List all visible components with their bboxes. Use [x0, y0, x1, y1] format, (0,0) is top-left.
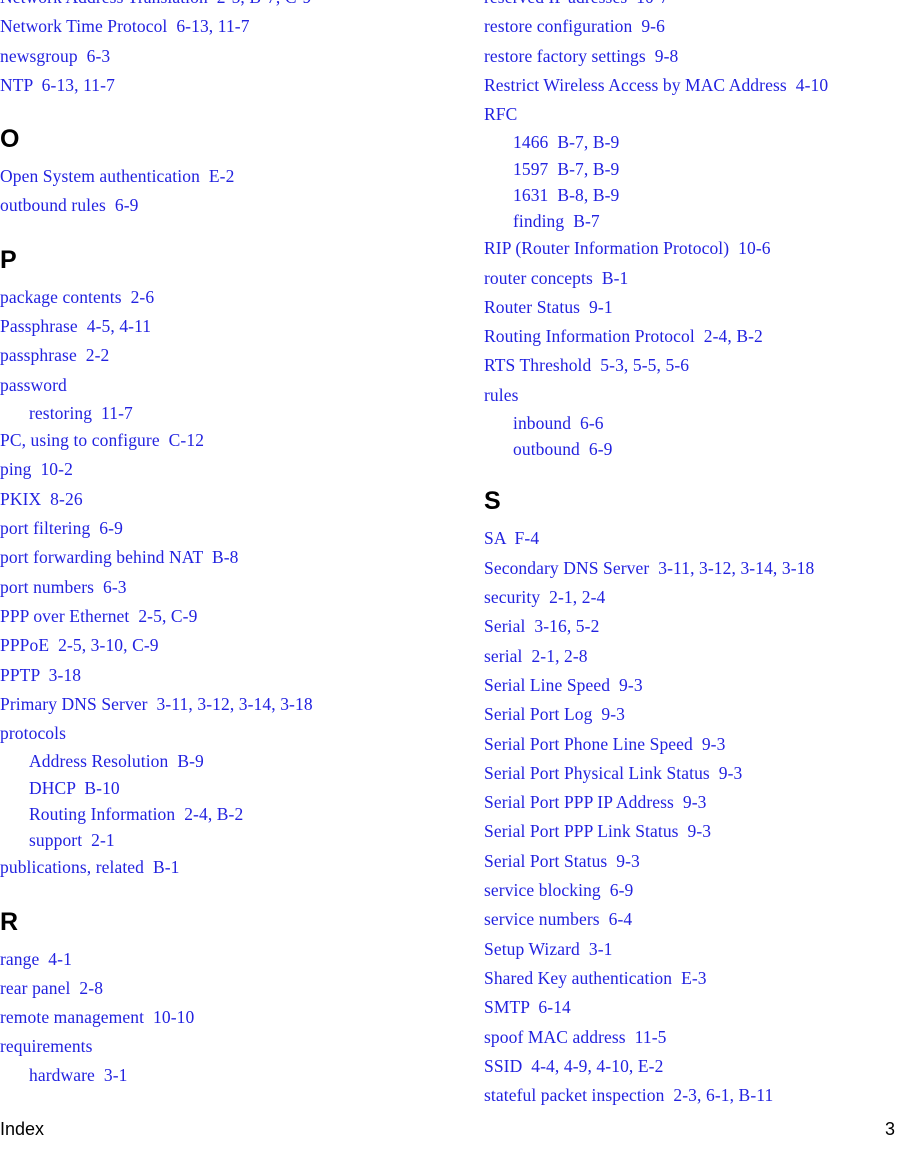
footer-page-number: 3 — [884, 1119, 895, 1139]
index-column-left: Network Address Translation 2-5, B-7, C-… — [0, 0, 460, 1088]
index-entry[interactable]: spoof MAC address 11-5 — [484, 1023, 898, 1052]
index-entry[interactable]: router concepts B-1 — [484, 264, 898, 293]
index-entry[interactable]: Router Status 9-1 — [484, 293, 898, 322]
index-column-right: reserved IP adresses 10-7restore configu… — [484, 0, 898, 1110]
index-entry[interactable]: NTP 6-13, 11-7 — [0, 71, 460, 100]
index-entry[interactable]: RFC — [484, 100, 898, 129]
index-entry[interactable]: remote management 10-10 — [0, 1003, 460, 1032]
index-entry[interactable]: package contents 2-6 — [0, 283, 460, 312]
index-entry[interactable]: service blocking 6-9 — [484, 876, 898, 905]
index-entry[interactable]: newsgroup 6-3 — [0, 42, 460, 71]
index-entry[interactable]: Serial Port Phone Line Speed 9-3 — [484, 730, 898, 759]
index-subentry[interactable]: hardware 3-1 — [0, 1062, 460, 1088]
index-subentry[interactable]: DHCP B-10 — [0, 775, 460, 801]
index-entry[interactable]: Open System authentication E-2 — [0, 162, 460, 191]
index-entry[interactable]: ping 10-2 — [0, 455, 460, 484]
index-section-letter: R — [0, 907, 19, 936]
index-entry[interactable]: PPPoE 2-5, 3-10, C-9 — [0, 631, 460, 660]
index-entry[interactable]: requirements — [0, 1032, 460, 1061]
index-entry[interactable]: publications, related B-1 — [0, 853, 460, 882]
index-entry[interactable]: SMTP 6-14 — [484, 993, 898, 1022]
index-entry[interactable]: SA F-4 — [484, 524, 898, 553]
index-entry[interactable]: Serial Port PPP Link Status 9-3 — [484, 817, 898, 846]
index-entry[interactable]: rules — [484, 381, 898, 410]
index-subentry[interactable]: 1631 B-8, B-9 — [484, 182, 898, 208]
index-entry[interactable]: Routing Information Protocol 2-4, B-2 — [484, 322, 898, 351]
index-subentry[interactable]: 1466 B-7, B-9 — [484, 129, 898, 155]
index-entry[interactable]: port numbers 6-3 — [0, 573, 460, 602]
index-entry[interactable]: PC, using to configure C-12 — [0, 426, 460, 455]
index-subentry[interactable]: inbound 6-6 — [484, 410, 898, 436]
index-entry[interactable]: Secondary DNS Server 3-11, 3-12, 3-14, 3… — [484, 554, 898, 583]
page-footer: Index 3 — [0, 1117, 898, 1141]
index-entry[interactable]: rear panel 2-8 — [0, 974, 460, 1003]
index-entry[interactable]: reserved IP adresses 10-7 — [484, 0, 898, 12]
index-subentry[interactable]: 1597 B-7, B-9 — [484, 156, 898, 182]
index-entry[interactable]: Shared Key authentication E-3 — [484, 964, 898, 993]
index-subentry[interactable]: support 2-1 — [0, 827, 460, 853]
index-page: Network Address Translation 2-5, B-7, C-… — [0, 0, 898, 1149]
index-subentry[interactable]: outbound 6-9 — [484, 436, 898, 462]
index-entry[interactable]: serial 2-1, 2-8 — [484, 642, 898, 671]
index-entry[interactable]: PPTP 3-18 — [0, 661, 460, 690]
index-entry[interactable]: Serial Port Log 9-3 — [484, 700, 898, 729]
index-section-letter: P — [0, 245, 17, 274]
index-subentry[interactable]: Routing Information 2-4, B-2 — [0, 801, 460, 827]
index-entry[interactable]: Serial Port Physical Link Status 9-3 — [484, 759, 898, 788]
index-entry[interactable]: RIP (Router Information Protocol) 10-6 — [484, 234, 898, 263]
index-entry[interactable]: restore configuration 9-6 — [484, 12, 898, 41]
index-entry[interactable]: port filtering 6-9 — [0, 514, 460, 543]
index-entry[interactable]: SSID 4-4, 4-9, 4-10, E-2 — [484, 1052, 898, 1081]
index-entry[interactable]: port forwarding behind NAT B-8 — [0, 543, 460, 572]
index-entry[interactable]: Serial 3-16, 5-2 — [484, 612, 898, 641]
index-entry[interactable]: password — [0, 371, 460, 400]
index-subentry[interactable]: Address Resolution B-9 — [0, 748, 460, 774]
index-entry[interactable]: PKIX 8-26 — [0, 485, 460, 514]
index-entry[interactable]: Passphrase 4-5, 4-11 — [0, 312, 460, 341]
index-entry[interactable]: Network Address Translation 2-5, B-7, C-… — [0, 0, 460, 12]
index-subentry[interactable]: finding B-7 — [484, 208, 898, 234]
index-entry[interactable]: security 2-1, 2-4 — [484, 583, 898, 612]
index-entry[interactable]: Primary DNS Server 3-11, 3-12, 3-14, 3-1… — [0, 690, 460, 719]
index-entry[interactable]: Serial Port Status 9-3 — [484, 847, 898, 876]
index-entry[interactable]: range 4-1 — [0, 945, 460, 974]
index-entry[interactable]: stateful packet inspection 2-3, 6-1, B-1… — [484, 1081, 898, 1110]
index-section-letter: S — [484, 487, 501, 516]
index-entry[interactable]: restore factory settings 9-8 — [484, 42, 898, 71]
index-entry[interactable]: Network Time Protocol 6-13, 11-7 — [0, 12, 460, 41]
index-entry[interactable]: outbound rules 6-9 — [0, 191, 460, 220]
index-entry[interactable]: service numbers 6-4 — [484, 905, 898, 934]
index-entry[interactable]: protocols — [0, 719, 460, 748]
index-entry[interactable]: PPP over Ethernet 2-5, C-9 — [0, 602, 460, 631]
index-section-letter: O — [0, 125, 20, 154]
index-entry[interactable]: passphrase 2-2 — [0, 341, 460, 370]
index-subentry[interactable]: restoring 11-7 — [0, 400, 460, 426]
index-entry[interactable]: Serial Port PPP IP Address 9-3 — [484, 788, 898, 817]
footer-section-label: Index — [0, 1119, 45, 1139]
index-entry[interactable]: Serial Line Speed 9-3 — [484, 671, 898, 700]
index-entry[interactable]: Setup Wizard 3-1 — [484, 935, 898, 964]
index-entry[interactable]: Restrict Wireless Access by MAC Address … — [484, 71, 898, 100]
index-entry[interactable]: RTS Threshold 5-3, 5-5, 5-6 — [484, 351, 898, 380]
